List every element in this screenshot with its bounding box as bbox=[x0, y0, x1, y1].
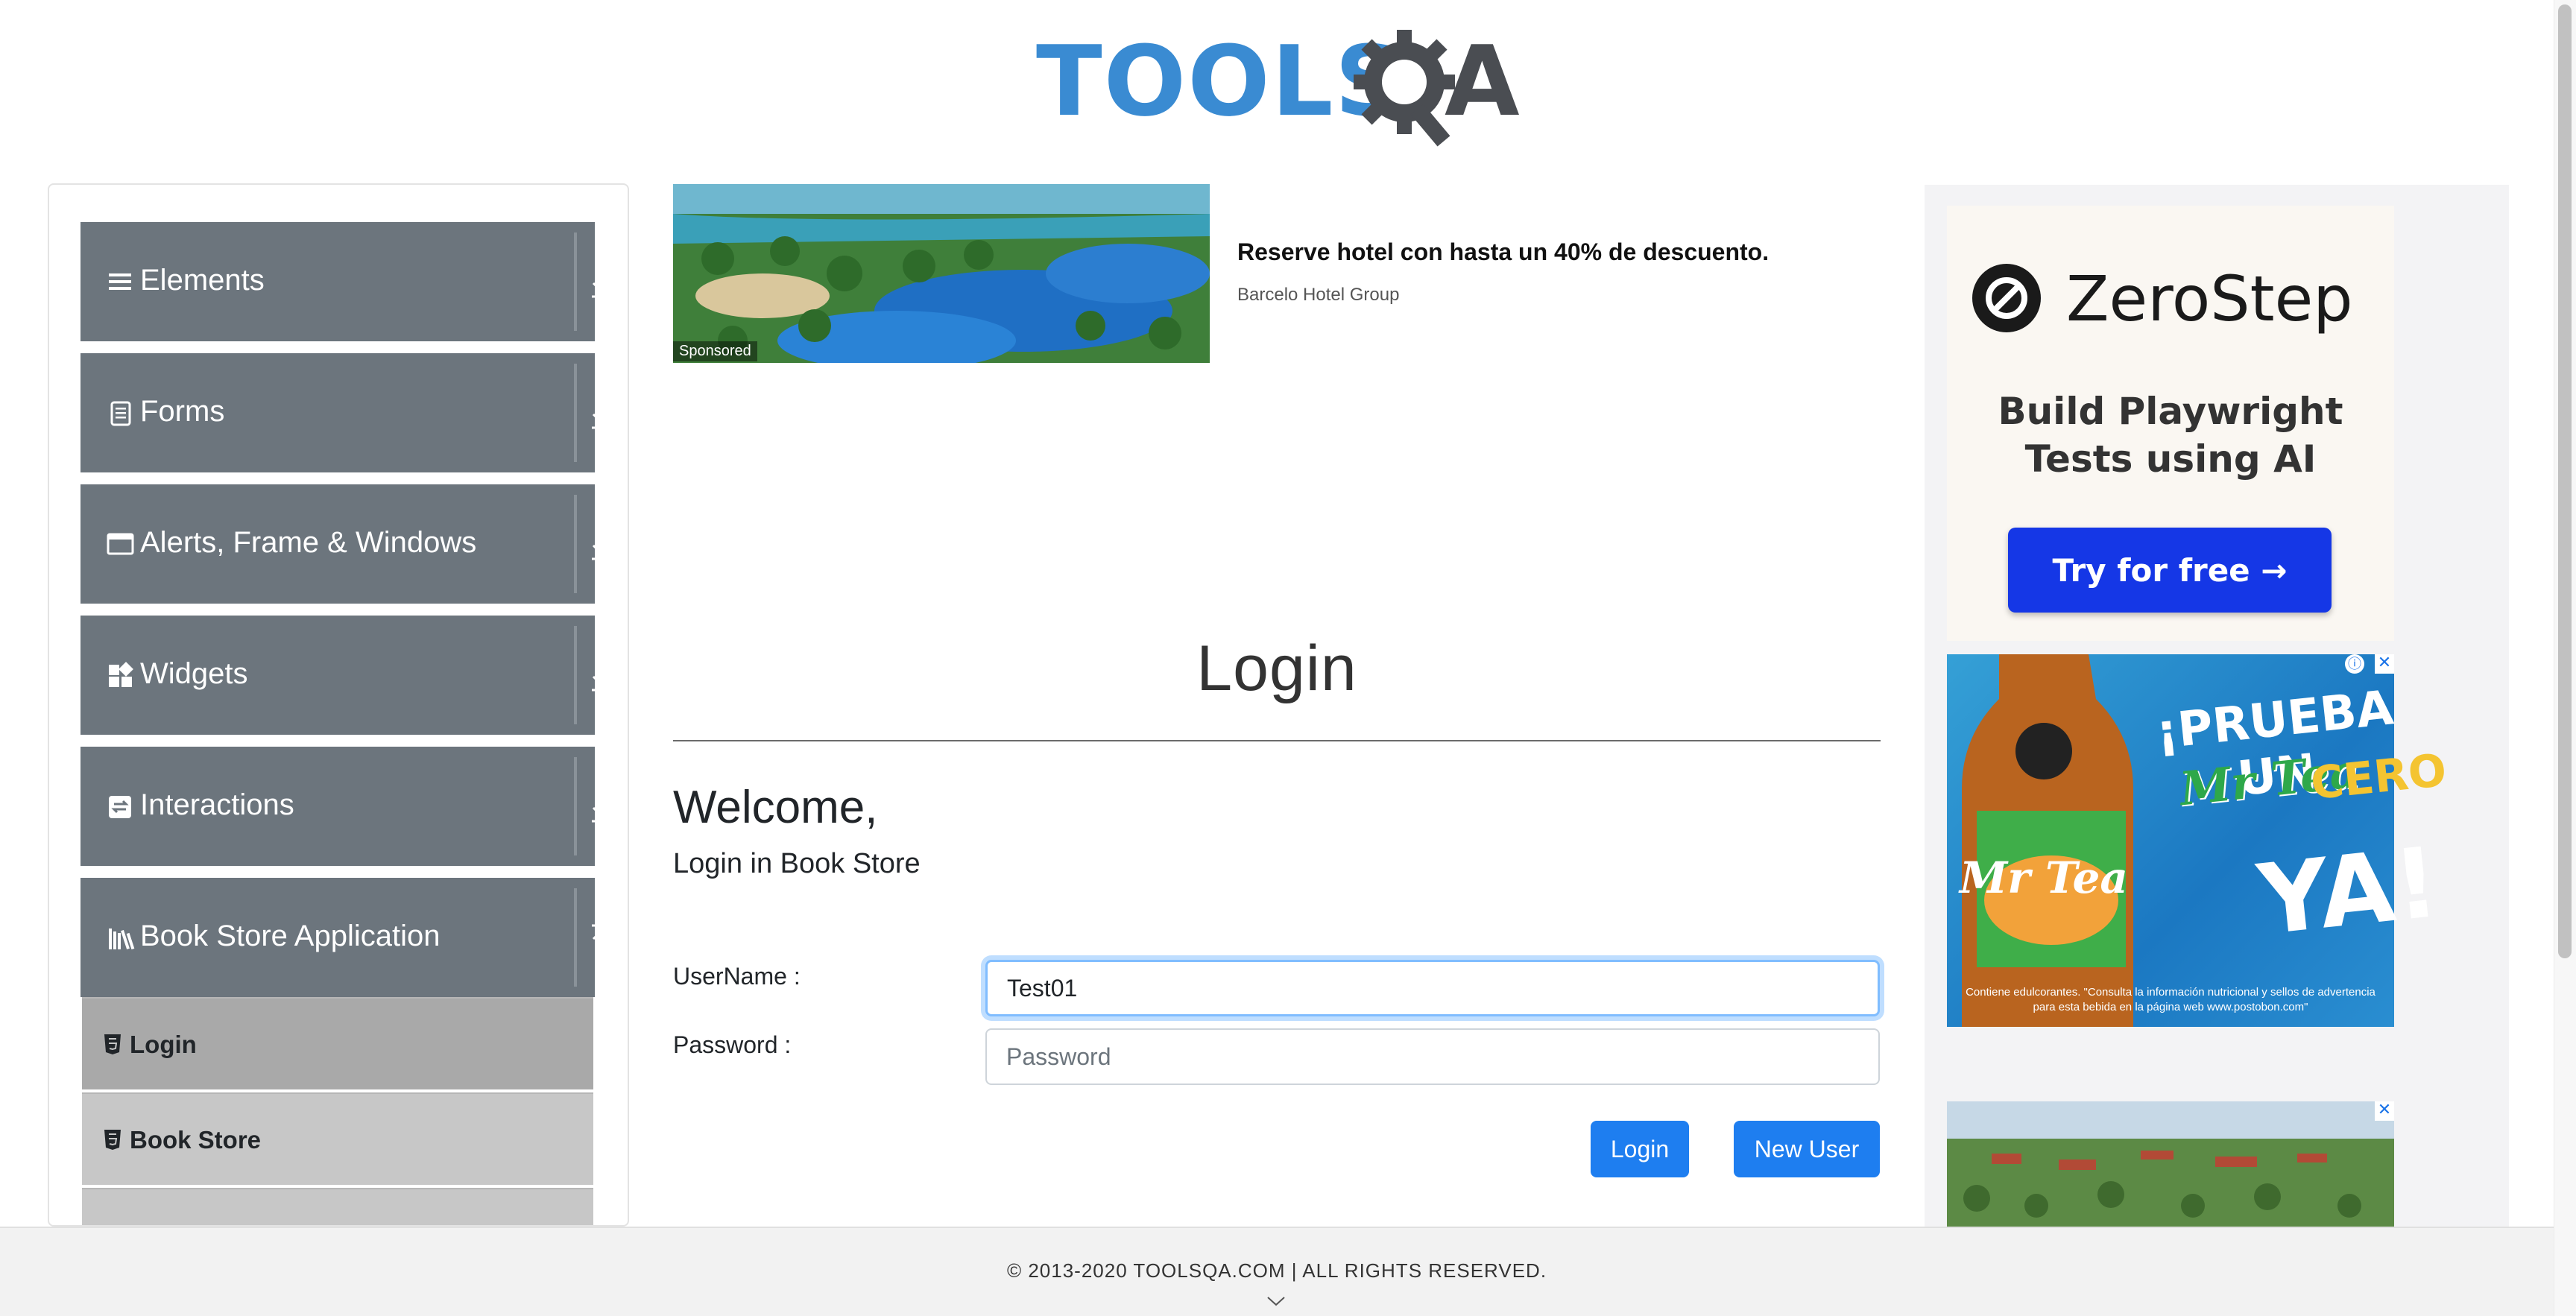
hamburger-icon bbox=[109, 273, 131, 290]
books-icon bbox=[109, 929, 135, 950]
chevron-down-icon[interactable] bbox=[1266, 1294, 1287, 1309]
sidebar-item-login[interactable]: Login bbox=[82, 997, 593, 1089]
zerostep-tagline: Build Playwright Tests using AI bbox=[1998, 390, 2343, 481]
download-arrow-icon[interactable] bbox=[586, 392, 616, 437]
welcome-heading: Welcome, bbox=[673, 782, 878, 833]
hotel-ad-image[interactable] bbox=[673, 184, 1210, 363]
divider bbox=[574, 232, 577, 331]
svg-text:Mr Tea: Mr Tea bbox=[1958, 852, 2128, 903]
window-icon bbox=[107, 533, 134, 555]
sidebar-group-forms[interactable]: Forms bbox=[80, 353, 610, 472]
sidebar-group-book-store[interactable]: Book Store Application bbox=[80, 878, 610, 997]
scrollbar-thumb[interactable] bbox=[2558, 4, 2572, 958]
footer-copyright: © 2013-2020 TOOLSQA.COM | ALL RIGHTS RES… bbox=[1006, 1259, 1547, 1282]
sidebar-item-label: Login bbox=[130, 1031, 197, 1058]
tea-fine-print: Contiene edulcorantes. "Consulta la info… bbox=[1966, 986, 2375, 1013]
sidebar-item-label: Book Store bbox=[130, 1126, 262, 1154]
sidebar-group-label: Book Store Application bbox=[140, 920, 441, 952]
divider bbox=[574, 495, 577, 593]
download-arrow-icon[interactable] bbox=[586, 785, 616, 830]
html5-icon bbox=[104, 1130, 121, 1150]
sidebar-group-widgets[interactable]: Widgets bbox=[80, 616, 610, 735]
document-icon bbox=[110, 401, 131, 426]
sidebar-group-alerts[interactable]: Alerts, Frame & Windows bbox=[80, 484, 610, 604]
title-divider bbox=[673, 740, 1881, 741]
password-input[interactable] bbox=[985, 1028, 1880, 1085]
widgets-icon bbox=[109, 662, 133, 687]
upload-arrow-icon[interactable] bbox=[586, 917, 616, 961]
html5-icon bbox=[104, 1034, 121, 1054]
sidebar-group-label: Interactions bbox=[140, 788, 294, 821]
divider bbox=[574, 364, 577, 462]
new-user-button[interactable]: New User bbox=[1734, 1121, 1880, 1177]
username-label: UserName : bbox=[673, 963, 801, 990]
resort-ad[interactable] bbox=[1947, 1101, 2394, 1228]
sidebar-item-partial[interactable] bbox=[82, 1188, 593, 1225]
try-for-free-button[interactable]: Try for free → bbox=[2008, 528, 2332, 613]
zerostep-name: ZeroStep bbox=[2066, 262, 2353, 335]
divider bbox=[574, 757, 577, 855]
toolsqa-logo[interactable]: TOOLS A bbox=[1036, 21, 1521, 147]
sidebar-group-label: Alerts, Frame & Windows bbox=[140, 526, 477, 559]
divider bbox=[574, 888, 577, 987]
resort-aerial-image bbox=[1947, 1101, 2394, 1228]
download-arrow-icon[interactable] bbox=[586, 261, 616, 306]
sidebar-group-elements[interactable]: Elements bbox=[80, 222, 610, 341]
ad-close-icon[interactable]: ✕ bbox=[2375, 654, 2394, 674]
login-subtitle: Login in Book Store bbox=[673, 848, 921, 879]
tea-ya: YA! bbox=[2253, 825, 2444, 958]
resort-photo bbox=[673, 184, 1210, 363]
sidebar-group-label: Widgets bbox=[140, 657, 248, 690]
logo-letter-a: A bbox=[1445, 25, 1520, 138]
sidebar-item-book-store[interactable]: Book Store bbox=[82, 1092, 593, 1185]
sidebar-group-interactions[interactable]: Interactions bbox=[80, 747, 610, 866]
sidebar-group-label: Elements bbox=[140, 264, 265, 297]
password-label: Password : bbox=[673, 1031, 792, 1058]
ad-info-icon[interactable]: ⓘ bbox=[2345, 654, 2364, 674]
zerostep-logo-icon bbox=[1972, 264, 2041, 332]
divider bbox=[574, 626, 577, 724]
download-arrow-icon[interactable] bbox=[586, 654, 616, 699]
left-sidebar: Elements Forms Alerts, Frame & Windows W… bbox=[48, 183, 629, 1227]
login-button[interactable]: Login bbox=[1591, 1121, 1689, 1177]
sidebar-group-label: Forms bbox=[140, 395, 225, 428]
page-title: Login bbox=[1196, 633, 1357, 704]
ad-close-icon[interactable]: ✕ bbox=[2375, 1101, 2394, 1121]
download-arrow-icon[interactable] bbox=[586, 523, 616, 568]
username-input[interactable] bbox=[985, 960, 1880, 1016]
ad-advertiser[interactable]: Barcelo Hotel Group bbox=[1237, 285, 1399, 306]
interactions-icon bbox=[109, 796, 131, 818]
ad-title[interactable]: Reserve hotel con hasta un 40% de descue… bbox=[1237, 238, 1769, 266]
sponsored-label: Sponsored bbox=[673, 341, 757, 361]
